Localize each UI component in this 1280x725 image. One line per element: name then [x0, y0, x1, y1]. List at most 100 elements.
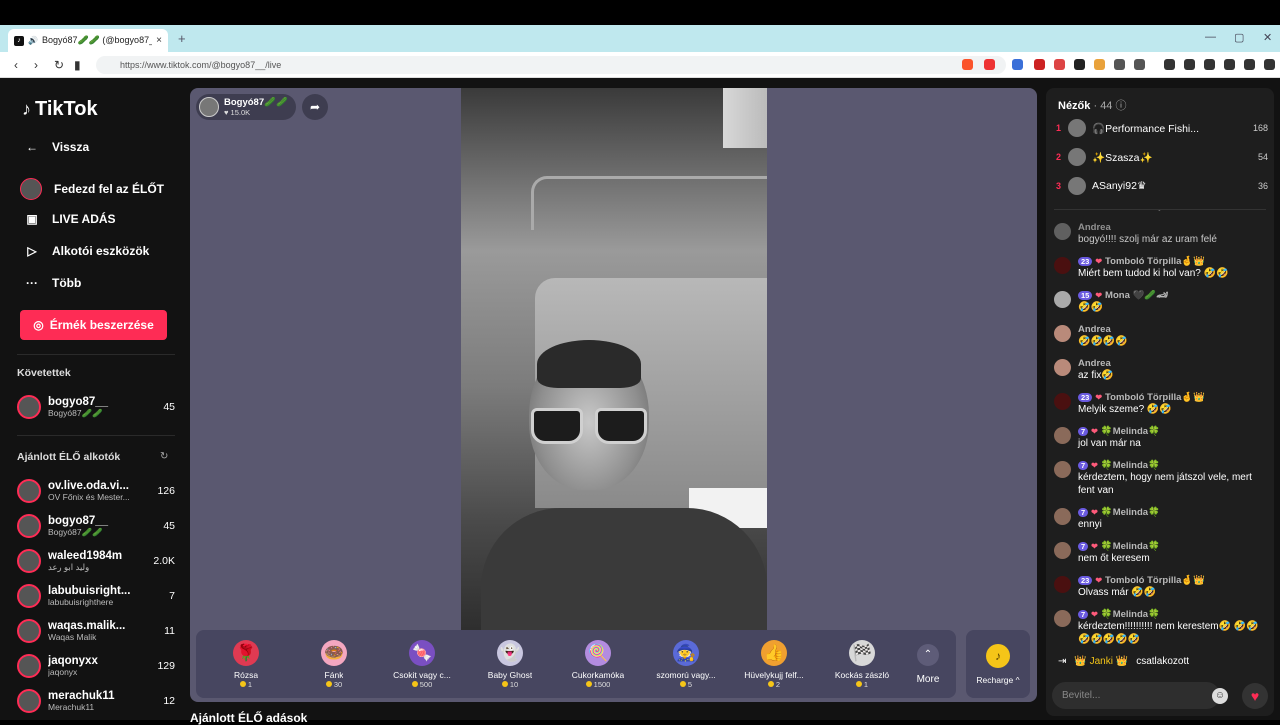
chat-username[interactable]: Andrea	[1078, 222, 1111, 233]
more-gifts-button[interactable]: ⌃ More	[906, 630, 950, 698]
minimize-icon[interactable]: —	[1205, 31, 1216, 43]
gift-item[interactable]: 🧙 szomorú vagy... 5	[642, 630, 730, 698]
top-viewer[interactable]: 2 ✨Szasza✨ 54	[1056, 147, 1268, 167]
gift-item[interactable]: 👻 Baby Ghost 10	[466, 630, 554, 698]
following-title: Követettek	[17, 367, 71, 379]
extension-x-icon[interactable]	[1034, 59, 1045, 70]
creator-name: jaqonyxx	[48, 655, 98, 667]
sidebar-item-creator-tools[interactable]: ▷ Alkotói eszközök	[24, 244, 149, 258]
creator-name: waleed1984m	[48, 549, 123, 562]
sidebar-item-live-studio[interactable]: ▣ LIVE ADÁS	[24, 212, 115, 226]
chat-username[interactable]: 🍀Melinda🍀	[1101, 426, 1160, 437]
back-arrow-icon[interactable]: ‹	[14, 58, 18, 72]
sidebar-item-more[interactable]: ··· Több	[24, 276, 81, 290]
close-window-icon[interactable]: ✕	[1263, 31, 1272, 44]
join-notice: ⇥ 👑 Janki 👑 csatlakozott	[1058, 656, 1189, 667]
heart-like-button[interactable]: ♥	[1242, 683, 1268, 709]
gift-item[interactable]: 🏁 Kockás zászló 1	[818, 630, 906, 698]
recharge-button[interactable]: ♪ Recharge ^	[966, 630, 1030, 698]
bookmark-icon[interactable]: ▮	[74, 58, 81, 72]
back-link[interactable]: ← Vissza	[24, 140, 89, 154]
chat-username[interactable]: Mona 🖤🥒🏎	[1105, 290, 1168, 301]
forward-arrow-icon[interactable]: ›	[34, 58, 38, 72]
tiktok-logo[interactable]: ♪ TikTok	[22, 98, 98, 121]
refresh-icon[interactable]: ↻	[160, 451, 168, 462]
gift-item[interactable]: 🌹 Rózsa 1	[202, 630, 290, 698]
recommended-creator[interactable]: waleed1984m وليد ابو رعد 2.0K	[17, 546, 175, 576]
maximize-icon[interactable]: ▢	[1234, 31, 1244, 44]
avatar[interactable]	[1054, 223, 1071, 240]
gift-item[interactable]: 👍 Hüvelykujj felf... 2	[730, 630, 818, 698]
translate-icon[interactable]	[1012, 59, 1023, 70]
info-icon[interactable]: ⓘ	[1116, 100, 1127, 112]
chat-username[interactable]: Andrea	[1078, 324, 1111, 335]
chat-username[interactable]: 🍀Melinda🍀	[1101, 609, 1160, 620]
viewers-count: · 44	[1093, 100, 1113, 112]
chat-message: 15 ❤ Mona 🖤🥒🏎 🤣🤣	[1054, 290, 1268, 314]
recommended-creator[interactable]: ov.live.oda.vi... OV Főnix és Mester... 12…	[17, 476, 175, 506]
extension-color-icon[interactable]	[1094, 59, 1105, 70]
creator-name: bogyo87__	[48, 395, 109, 408]
chat-text: jol van már na	[1078, 438, 1141, 449]
host-info[interactable]: Bogyó87🥒🥒 ♥ 15.0K	[196, 94, 296, 120]
hls-icon[interactable]	[1054, 59, 1065, 70]
avatar[interactable]	[1054, 325, 1071, 342]
chat-username[interactable]: 🍀Melinda🍀	[1101, 541, 1160, 552]
chat-username[interactable]: Andrea	[1078, 358, 1111, 369]
gift-item[interactable]: 🍬 Csokit vagy c... 500	[378, 630, 466, 698]
gift-item[interactable]: 🍭 Cukorkamóka 1500	[554, 630, 642, 698]
sidebar-icon[interactable]	[1184, 59, 1195, 70]
chat-username[interactable]: Tomboló Törpilla🤞👑	[1105, 256, 1205, 267]
recommended-creator[interactable]: jaqonyxx jaqonyx 129	[17, 651, 175, 681]
recommended-creator[interactable]: bogyo87__ Bogyó87🥒🥒 45	[17, 511, 175, 541]
avatar[interactable]	[1054, 359, 1071, 376]
chat-username[interactable]: 🍀Melinda🍀	[1101, 460, 1160, 471]
chat-text: Melyik szeme? 🤣🤣	[1078, 404, 1172, 415]
browser-tab[interactable]: ♪ 🔊 Bogyó87🥒🥒 (@bogyo87__ ×	[8, 29, 168, 52]
top-viewer[interactable]: 1 🎧Performance Fishi... 168	[1056, 118, 1268, 138]
gift-item[interactable]: 🍩 Fánk 30	[290, 630, 378, 698]
new-tab-button[interactable]: +	[178, 31, 186, 46]
close-tab-icon[interactable]: ×	[156, 35, 162, 46]
emoji-icon[interactable]: ☺	[1212, 688, 1228, 704]
extension-circle-icon[interactable]	[1074, 59, 1085, 70]
menu-icon[interactable]	[1264, 59, 1275, 70]
recommended-creator[interactable]: waqas.malik... Waqas Malik 11	[17, 616, 175, 646]
chat-username[interactable]: Tomboló Törpilla🤞👑	[1105, 392, 1205, 403]
leo-icon[interactable]	[1224, 59, 1235, 70]
back-arrow-icon: ←	[26, 140, 38, 154]
avatar[interactable]	[1054, 257, 1071, 274]
avatar[interactable]	[1054, 291, 1071, 308]
share-icon[interactable]: ➦	[302, 94, 328, 120]
wallet-icon[interactable]	[1204, 59, 1215, 70]
following-item[interactable]: bogyo87__ Bogyó87🥒🥒 45	[17, 392, 175, 422]
avatar[interactable]	[1054, 610, 1071, 627]
screenshot-icon[interactable]	[1114, 59, 1125, 70]
live-video[interactable]	[461, 88, 767, 630]
music-icon[interactable]	[1164, 59, 1175, 70]
chat-username[interactable]: Tomboló Törpilla🤞👑	[1105, 575, 1205, 586]
avatar[interactable]	[1054, 393, 1071, 410]
extension-triangle-icon[interactable]	[984, 59, 995, 70]
get-coins-button[interactable]: ◎ Érmék beszerzése	[20, 310, 167, 340]
avatar[interactable]	[1054, 427, 1071, 444]
sidebar-item-explore-live[interactable]: Fedezd fel az ÉLŐT	[20, 178, 164, 200]
donut-icon: 🍩	[321, 639, 347, 666]
brave-shield-icon[interactable]	[962, 59, 973, 70]
recommended-creator[interactable]: labubuisright... labubuisrighthere 7	[17, 581, 175, 611]
url-field[interactable]: https://www.tiktok.com/@bogyo87__/live	[96, 56, 1006, 74]
viewers-header[interactable]: Nézők · 44 ⓘ	[1058, 97, 1127, 113]
reload-icon[interactable]: ↻	[54, 58, 64, 72]
chat-input[interactable]: Bevitel...	[1052, 682, 1220, 709]
chat-username[interactable]: 🍀Melinda🍀	[1101, 507, 1160, 518]
avatar[interactable]	[1054, 461, 1071, 478]
avatar[interactable]	[1054, 508, 1071, 525]
vpn-icon[interactable]	[1244, 59, 1255, 70]
extension-box-icon[interactable]	[1134, 59, 1145, 70]
recommended-creator[interactable]: merachuk11 Merachuk11 12	[17, 686, 175, 716]
speaker-icon[interactable]: 🔊	[28, 36, 38, 45]
host-avatar	[199, 97, 219, 117]
top-viewer[interactable]: 3 ASanyi92♛ 36	[1056, 176, 1268, 196]
avatar[interactable]	[1054, 576, 1071, 593]
avatar[interactable]	[1054, 542, 1071, 559]
